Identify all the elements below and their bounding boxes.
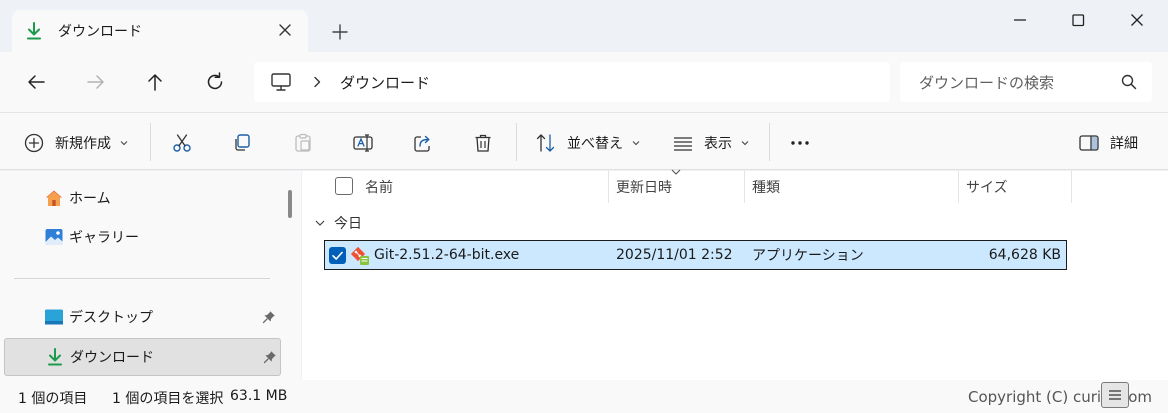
navigation-bar: ダウンロード ダウンロードの検索 (0, 52, 1168, 112)
home-icon (46, 190, 62, 206)
pin-icon[interactable] (263, 350, 277, 364)
search-box[interactable]: ダウンロードの検索 (900, 62, 1152, 102)
column-separator[interactable] (958, 171, 959, 203)
group-label: 今日 (334, 216, 362, 232)
sidebar-item-label: デスクトップ (69, 310, 153, 326)
chevron-down-icon (632, 141, 640, 146)
view-label: 表示 (704, 136, 732, 152)
sort-icon (536, 134, 555, 152)
address-bar[interactable]: ダウンロード (254, 62, 890, 102)
share-button[interactable] (412, 131, 434, 155)
chevron-down-icon (120, 141, 128, 146)
toolbar-divider (516, 123, 517, 161)
chevron-down-icon (315, 220, 325, 226)
rename-icon (353, 134, 373, 152)
title-bar: ダウンロード (0, 0, 1168, 52)
rename-button[interactable] (352, 131, 374, 155)
window-close-icon[interactable] (1125, 8, 1149, 32)
sidebar-item-label: ダウンロード (70, 350, 154, 366)
column-header-modified[interactable]: 更新日時 (616, 171, 672, 203)
file-type: アプリケーション (752, 248, 864, 264)
column-header-name[interactable]: 名前 (365, 171, 393, 203)
row-checkbox[interactable] (329, 247, 346, 264)
download-icon (27, 22, 41, 40)
chevron-down-icon (741, 141, 749, 146)
file-modified: 2025/11/01 2:52 (616, 247, 733, 263)
details-pane-button[interactable]: 詳細 (1078, 131, 1138, 155)
sidebar-item-label: ホーム (69, 191, 111, 207)
search-icon[interactable] (1120, 73, 1138, 91)
git-installer-icon (350, 246, 369, 265)
details-view-icon (1109, 390, 1121, 400)
copy-icon (235, 134, 250, 151)
new-tab-icon[interactable] (330, 22, 350, 42)
column-separator[interactable] (1071, 171, 1072, 203)
download-icon (48, 348, 62, 366)
toolbar-divider (150, 123, 151, 161)
scissors-icon (173, 134, 191, 152)
clipboard-icon (295, 133, 311, 152)
details-label: 詳細 (1110, 136, 1138, 152)
more-icon (791, 141, 809, 145)
item-count: 1 個の項目 (18, 391, 88, 407)
file-name: Git-2.51.2-64-bit.exe (374, 247, 520, 263)
sidebar-item-downloads[interactable]: ダウンロード (4, 338, 281, 376)
selected-count: 1 個の項目を選択 (112, 391, 224, 407)
sort-label: 並べ替え (567, 136, 623, 152)
navigation-pane: ホーム ギャラリー デスクトップ ダウンロード (0, 171, 286, 380)
delete-button[interactable] (472, 131, 494, 155)
view-button[interactable]: 表示 (672, 131, 750, 155)
file-list: 名前 更新日時 種類 サイズ 今日 Git-2.51.2-64-bit.exe … (302, 169, 1168, 380)
plus-circle-icon (24, 133, 44, 153)
refresh-icon[interactable] (203, 70, 227, 94)
sidebar-divider (14, 278, 270, 279)
more-options-button[interactable] (789, 131, 811, 155)
status-bar: 1 個の項目 1 個の項目を選択 63.1 MB Copyright (C) c… (0, 380, 1168, 413)
desktop-icon (45, 309, 63, 325)
this-pc-icon[interactable] (270, 71, 292, 93)
column-separator[interactable] (608, 171, 609, 203)
cut-button[interactable] (171, 131, 193, 155)
minimize-icon[interactable] (1008, 8, 1032, 32)
forward-arrow-icon[interactable] (84, 70, 108, 94)
breadcrumb[interactable]: ダウンロード (340, 72, 430, 93)
new-button[interactable]: 新規作成 (23, 131, 129, 155)
sort-button[interactable]: 並べ替え (535, 131, 641, 155)
paste-button[interactable] (292, 131, 314, 155)
close-icon[interactable] (276, 21, 294, 39)
selected-size: 63.1 MB (230, 388, 288, 404)
search-input[interactable]: ダウンロードの検索 (919, 72, 1054, 93)
checkmark-icon (332, 251, 343, 260)
chevron-right-icon[interactable] (310, 75, 324, 89)
sidebar-item-desktop[interactable]: デスクトップ (0, 298, 282, 336)
sidebar-item-label: ギャラリー (69, 230, 139, 246)
tab-downloads[interactable]: ダウンロード (12, 10, 308, 52)
file-size: 64,628 KB (988, 247, 1061, 263)
details-pane-icon (1079, 135, 1099, 151)
tab-label: ダウンロード (58, 24, 142, 40)
sidebar-scrollbar[interactable] (283, 171, 301, 380)
back-arrow-icon[interactable] (24, 70, 48, 94)
sidebar-item-home[interactable]: ホーム (0, 179, 282, 217)
group-header-today[interactable]: 今日 (314, 212, 362, 234)
copy-button[interactable] (231, 131, 253, 155)
trash-icon (475, 134, 491, 152)
toolbar-divider (769, 123, 770, 161)
column-header-size[interactable]: サイズ (966, 171, 1008, 203)
column-separator[interactable] (744, 171, 745, 203)
new-label: 新規作成 (55, 136, 111, 152)
column-header-type[interactable]: 種類 (752, 171, 780, 203)
up-arrow-icon[interactable] (143, 70, 167, 94)
sidebar-item-gallery[interactable]: ギャラリー (0, 218, 282, 256)
details-view-toggle[interactable] (1101, 382, 1129, 408)
command-bar: 新規作成 並べ替え 表示 詳細 (0, 112, 1168, 170)
sidebar-scroll-thumb[interactable] (288, 190, 292, 218)
table-row[interactable]: Git-2.51.2-64-bit.exe 2025/11/01 2:52 アプ… (324, 240, 1067, 270)
pin-icon[interactable] (262, 310, 276, 324)
maximize-icon[interactable] (1066, 8, 1090, 32)
gallery-icon (45, 229, 63, 245)
share-icon (414, 135, 430, 152)
select-all-checkbox[interactable] (335, 177, 353, 195)
list-view-icon (674, 137, 692, 151)
